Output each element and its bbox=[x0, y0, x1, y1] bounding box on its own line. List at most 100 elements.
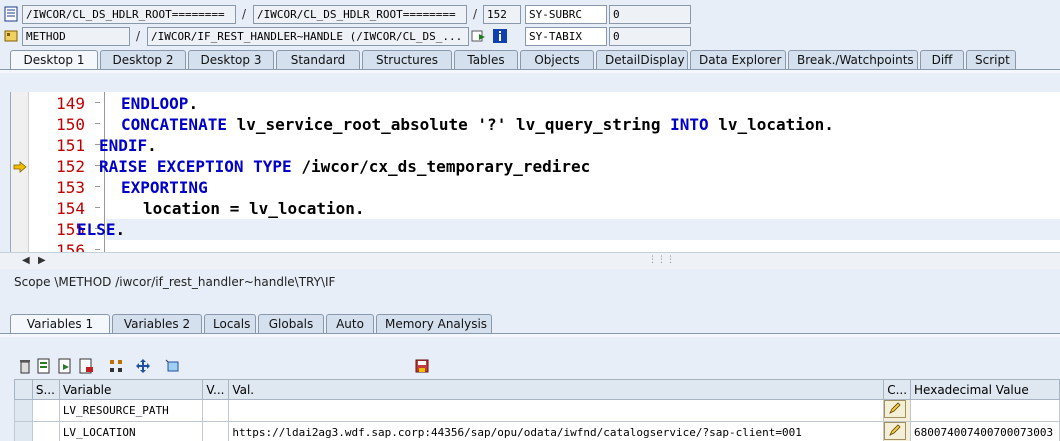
hierarchy-icon[interactable] bbox=[108, 358, 124, 374]
code-token: lv_location. bbox=[708, 115, 834, 134]
scroll-right-icon[interactable]: ▶ bbox=[38, 255, 46, 266]
sysvar2-value-field[interactable]: 0 bbox=[609, 27, 691, 46]
value-cell[interactable]: https://ldai2ag3.wdf.sap.corp:44356/sap/… bbox=[228, 421, 885, 441]
line-number: 150 bbox=[56, 115, 85, 134]
tab-variables-2[interactable]: Variables 2 bbox=[112, 314, 202, 334]
tab-variables-1[interactable]: Variables 1 bbox=[10, 314, 110, 334]
scroll-grip-icon[interactable]: ⋮⋮⋮ bbox=[648, 255, 675, 265]
tab-script[interactable]: Script bbox=[966, 50, 1016, 70]
col-variable[interactable]: Variable bbox=[58, 379, 204, 400]
sysvar-value-field[interactable]: 0 bbox=[609, 5, 691, 24]
sysvar-name-field[interactable]: SY-SUBRC bbox=[525, 5, 607, 24]
sysvar2-name-field[interactable]: SY-TABIX bbox=[525, 27, 607, 46]
variable-cell[interactable]: LV_LOCATION bbox=[58, 421, 204, 441]
code-token: . bbox=[188, 94, 199, 113]
code-line[interactable]: ELSE. bbox=[77, 219, 125, 240]
insert-icon[interactable] bbox=[57, 358, 73, 374]
v-cell bbox=[202, 399, 230, 422]
v-cell bbox=[202, 421, 230, 441]
fold-marker bbox=[95, 123, 100, 124]
tab-tables[interactable]: Tables bbox=[454, 50, 518, 70]
tab-locals[interactable]: Locals bbox=[204, 314, 256, 334]
tab-break-watchpoints[interactable]: Break./Watchpoints bbox=[788, 50, 918, 70]
col-hex[interactable]: Hexadecimal Value bbox=[910, 379, 1060, 400]
table-row[interactable]: LV_LOCATION https://ldai2ag3.wdf.sap.cor… bbox=[14, 421, 1060, 441]
navigate-icon[interactable] bbox=[471, 28, 487, 44]
tab-objects[interactable]: Objects bbox=[520, 50, 594, 70]
save-icon[interactable] bbox=[414, 358, 430, 374]
code-text: location = lv_location. bbox=[143, 199, 365, 218]
code-text: ENDIF. bbox=[99, 136, 157, 155]
keyword: EXCEPTION bbox=[156, 157, 244, 176]
value-cell[interactable] bbox=[228, 399, 885, 422]
change-cell[interactable] bbox=[883, 421, 912, 441]
structure-icon[interactable] bbox=[164, 358, 180, 374]
tab-strip-line bbox=[0, 69, 1060, 73]
execution-pointer-icon bbox=[13, 161, 27, 173]
fold-marker bbox=[95, 249, 100, 250]
desktop-tabs: Desktop 1 Desktop 2 Desktop 3 Standard Struc… bbox=[10, 50, 1018, 70]
tab-standard[interactable]: Standard bbox=[276, 50, 360, 70]
variable-tab-strip-line bbox=[0, 333, 1060, 337]
keyword: CONCATENATE bbox=[121, 115, 227, 134]
remove-icon[interactable] bbox=[78, 358, 94, 374]
include-name-field[interactable]: /IWCOR/CL_DS_HDLR_ROOT======== bbox=[253, 5, 467, 24]
keyword: ENDLOOP bbox=[121, 94, 189, 113]
col-change[interactable]: C... bbox=[883, 379, 912, 400]
edit-pencil-icon[interactable] bbox=[884, 422, 907, 440]
horizontal-scrollbar[interactable]: ◀ ▶ ⋮⋮⋮ bbox=[0, 252, 1060, 269]
code-text: ELSE. bbox=[77, 220, 125, 239]
fold-marker bbox=[95, 207, 100, 208]
tab-desktop-3[interactable]: Desktop 3 bbox=[188, 50, 274, 70]
keyword: ENDIF bbox=[99, 136, 148, 155]
tab-data-explorer[interactable]: Data Explorer bbox=[690, 50, 786, 70]
tab-auto[interactable]: Auto bbox=[326, 314, 374, 334]
col-status[interactable] bbox=[14, 379, 33, 400]
separator: / bbox=[136, 29, 141, 43]
block-name-field[interactable]: /IWCOR/IF_REST_HANDLER~HANDLE (/IWCOR/CL… bbox=[147, 27, 469, 46]
code-line[interactable]: location = lv_location. bbox=[143, 198, 365, 219]
tab-desktop-1[interactable]: Desktop 1 bbox=[10, 50, 98, 70]
scroll-left-icon[interactable]: ◀ bbox=[22, 255, 30, 266]
code-text: RAISE EXCEPTION TYPE /iwcor/cx_ds_tempor… bbox=[99, 157, 590, 176]
separator: / bbox=[473, 7, 478, 21]
block-type-field[interactable]: METHOD bbox=[22, 27, 130, 46]
code-text: CONCATENATE lv_service_root_absolute '?'… bbox=[121, 115, 834, 134]
line-number: 156 bbox=[56, 241, 85, 252]
method-icon bbox=[4, 30, 18, 42]
fold-marker bbox=[95, 186, 100, 187]
move-icon[interactable] bbox=[135, 358, 151, 374]
table-row[interactable]: LV_RESOURCE_PATH bbox=[14, 399, 1060, 422]
code-line[interactable]: ENDIF. bbox=[99, 135, 157, 156]
code-line[interactable]: RAISE EXCEPTION TYPE /iwcor/cx_ds_tempor… bbox=[99, 156, 590, 177]
code-line[interactable]: ENDLOOP. bbox=[121, 93, 198, 114]
col-value[interactable]: Val. bbox=[228, 379, 885, 400]
row-selector[interactable] bbox=[14, 421, 33, 441]
details-icon[interactable] bbox=[36, 358, 52, 374]
code-line[interactable]: CONCATENATE lv_service_root_absolute '?'… bbox=[121, 114, 834, 135]
tab-diff[interactable]: Diff bbox=[920, 50, 964, 70]
tab-globals[interactable]: Globals bbox=[258, 314, 324, 334]
line-number-field[interactable]: 152 bbox=[483, 5, 521, 24]
col-status-label[interactable]: S... bbox=[31, 379, 60, 400]
edit-pencil-icon[interactable] bbox=[884, 400, 907, 418]
scope-text: Scope \METHOD /iwcor/if_rest_handler~han… bbox=[14, 275, 336, 289]
line-number: 152 bbox=[56, 157, 85, 176]
keyword: INTO bbox=[670, 115, 709, 134]
row-selector[interactable] bbox=[14, 399, 33, 422]
tab-memory-analysis[interactable]: Memory Analysis bbox=[376, 314, 492, 334]
change-cell[interactable] bbox=[883, 399, 912, 422]
info-icon[interactable] bbox=[492, 28, 508, 44]
hex-cell: 680074007400700073003 bbox=[910, 421, 1060, 441]
tab-detaildisplay[interactable]: DetailDisplay bbox=[596, 50, 688, 70]
source-editor[interactable]: 149 ENDLOOP. 150 CONCATENATE lv_service_roo… bbox=[10, 92, 1060, 252]
col-v[interactable]: V... bbox=[202, 379, 230, 400]
code-line[interactable]: EXPORTING bbox=[121, 177, 208, 198]
tab-desktop-2[interactable]: Desktop 2 bbox=[100, 50, 186, 70]
tab-structures[interactable]: Structures bbox=[362, 50, 452, 70]
variable-cell[interactable]: LV_RESOURCE_PATH bbox=[58, 399, 204, 422]
delete-icon[interactable] bbox=[17, 358, 33, 374]
class-name-field[interactable]: /IWCOR/CL_DS_HDLR_ROOT======== bbox=[22, 5, 236, 24]
line-number: 151 bbox=[56, 136, 85, 155]
